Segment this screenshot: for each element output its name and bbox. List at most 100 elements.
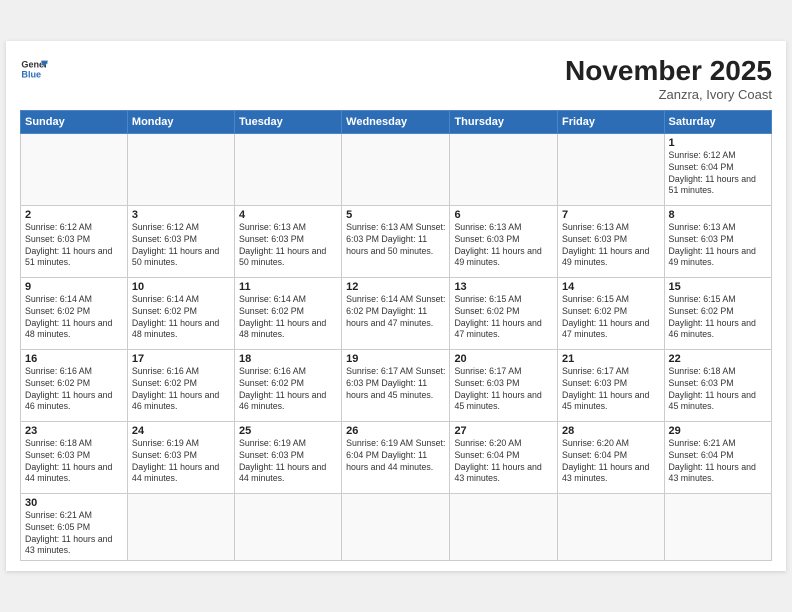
header-sunday: Sunday bbox=[21, 110, 128, 133]
day-number: 20 bbox=[454, 353, 553, 365]
table-row: 26Sunrise: 6:19 AM Sunset: 6:04 PM Dayli… bbox=[342, 421, 450, 493]
table-row bbox=[127, 493, 234, 561]
table-row: 13Sunrise: 6:15 AM Sunset: 6:02 PM Dayli… bbox=[450, 277, 558, 349]
table-row bbox=[21, 133, 128, 205]
calendar-container: General Blue November 2025 Zanzra, Ivory… bbox=[6, 41, 786, 572]
day-info: Sunrise: 6:12 AM Sunset: 6:03 PM Dayligh… bbox=[25, 222, 123, 270]
table-row: 1Sunrise: 6:12 AM Sunset: 6:04 PM Daylig… bbox=[664, 133, 771, 205]
location: Zanzra, Ivory Coast bbox=[565, 87, 772, 102]
day-info: Sunrise: 6:19 AM Sunset: 6:04 PM Dayligh… bbox=[346, 438, 445, 474]
table-row: 24Sunrise: 6:19 AM Sunset: 6:03 PM Dayli… bbox=[127, 421, 234, 493]
day-number: 28 bbox=[562, 425, 660, 437]
table-row: 8Sunrise: 6:13 AM Sunset: 6:03 PM Daylig… bbox=[664, 205, 771, 277]
table-row: 25Sunrise: 6:19 AM Sunset: 6:03 PM Dayli… bbox=[234, 421, 341, 493]
header-thursday: Thursday bbox=[450, 110, 558, 133]
table-row: 20Sunrise: 6:17 AM Sunset: 6:03 PM Dayli… bbox=[450, 349, 558, 421]
day-number: 14 bbox=[562, 281, 660, 293]
header-tuesday: Tuesday bbox=[234, 110, 341, 133]
table-row: 22Sunrise: 6:18 AM Sunset: 6:03 PM Dayli… bbox=[664, 349, 771, 421]
day-number: 15 bbox=[669, 281, 767, 293]
day-info: Sunrise: 6:14 AM Sunset: 6:02 PM Dayligh… bbox=[132, 294, 230, 342]
logo-icon: General Blue bbox=[20, 55, 48, 83]
days-header-row: Sunday Monday Tuesday Wednesday Thursday… bbox=[21, 110, 772, 133]
day-number: 12 bbox=[346, 281, 445, 293]
table-row: 11Sunrise: 6:14 AM Sunset: 6:02 PM Dayli… bbox=[234, 277, 341, 349]
day-number: 6 bbox=[454, 209, 553, 221]
calendar-table: Sunday Monday Tuesday Wednesday Thursday… bbox=[20, 110, 772, 562]
day-number: 17 bbox=[132, 353, 230, 365]
day-info: Sunrise: 6:18 AM Sunset: 6:03 PM Dayligh… bbox=[25, 438, 123, 486]
table-row: 28Sunrise: 6:20 AM Sunset: 6:04 PM Dayli… bbox=[558, 421, 665, 493]
table-row: 16Sunrise: 6:16 AM Sunset: 6:02 PM Dayli… bbox=[21, 349, 128, 421]
table-row: 14Sunrise: 6:15 AM Sunset: 6:02 PM Dayli… bbox=[558, 277, 665, 349]
day-number: 18 bbox=[239, 353, 337, 365]
header-monday: Monday bbox=[127, 110, 234, 133]
table-row: 4Sunrise: 6:13 AM Sunset: 6:03 PM Daylig… bbox=[234, 205, 341, 277]
svg-text:Blue: Blue bbox=[21, 69, 41, 79]
day-info: Sunrise: 6:13 AM Sunset: 6:03 PM Dayligh… bbox=[669, 222, 767, 270]
table-row bbox=[450, 133, 558, 205]
day-number: 2 bbox=[25, 209, 123, 221]
day-info: Sunrise: 6:19 AM Sunset: 6:03 PM Dayligh… bbox=[132, 438, 230, 486]
day-number: 13 bbox=[454, 281, 553, 293]
day-info: Sunrise: 6:21 AM Sunset: 6:05 PM Dayligh… bbox=[25, 510, 123, 558]
table-row: 7Sunrise: 6:13 AM Sunset: 6:03 PM Daylig… bbox=[558, 205, 665, 277]
header-friday: Friday bbox=[558, 110, 665, 133]
title-block: November 2025 Zanzra, Ivory Coast bbox=[565, 55, 772, 102]
day-info: Sunrise: 6:21 AM Sunset: 6:04 PM Dayligh… bbox=[669, 438, 767, 486]
table-row bbox=[342, 493, 450, 561]
table-row bbox=[558, 133, 665, 205]
table-row bbox=[234, 493, 341, 561]
day-info: Sunrise: 6:16 AM Sunset: 6:02 PM Dayligh… bbox=[239, 366, 337, 414]
table-row: 19Sunrise: 6:17 AM Sunset: 6:03 PM Dayli… bbox=[342, 349, 450, 421]
day-number: 30 bbox=[25, 497, 123, 509]
day-info: Sunrise: 6:15 AM Sunset: 6:02 PM Dayligh… bbox=[669, 294, 767, 342]
day-info: Sunrise: 6:16 AM Sunset: 6:02 PM Dayligh… bbox=[132, 366, 230, 414]
day-info: Sunrise: 6:15 AM Sunset: 6:02 PM Dayligh… bbox=[454, 294, 553, 342]
day-info: Sunrise: 6:19 AM Sunset: 6:03 PM Dayligh… bbox=[239, 438, 337, 486]
table-row: 5Sunrise: 6:13 AM Sunset: 6:03 PM Daylig… bbox=[342, 205, 450, 277]
day-number: 10 bbox=[132, 281, 230, 293]
table-row: 21Sunrise: 6:17 AM Sunset: 6:03 PM Dayli… bbox=[558, 349, 665, 421]
day-info: Sunrise: 6:20 AM Sunset: 6:04 PM Dayligh… bbox=[454, 438, 553, 486]
table-row: 18Sunrise: 6:16 AM Sunset: 6:02 PM Dayli… bbox=[234, 349, 341, 421]
table-row: 12Sunrise: 6:14 AM Sunset: 6:02 PM Dayli… bbox=[342, 277, 450, 349]
day-info: Sunrise: 6:15 AM Sunset: 6:02 PM Dayligh… bbox=[562, 294, 660, 342]
day-info: Sunrise: 6:13 AM Sunset: 6:03 PM Dayligh… bbox=[346, 222, 445, 258]
day-info: Sunrise: 6:13 AM Sunset: 6:03 PM Dayligh… bbox=[454, 222, 553, 270]
table-row: 17Sunrise: 6:16 AM Sunset: 6:02 PM Dayli… bbox=[127, 349, 234, 421]
day-info: Sunrise: 6:13 AM Sunset: 6:03 PM Dayligh… bbox=[562, 222, 660, 270]
day-number: 19 bbox=[346, 353, 445, 365]
table-row: 30Sunrise: 6:21 AM Sunset: 6:05 PM Dayli… bbox=[21, 493, 128, 561]
table-row bbox=[234, 133, 341, 205]
table-row: 2Sunrise: 6:12 AM Sunset: 6:03 PM Daylig… bbox=[21, 205, 128, 277]
day-number: 22 bbox=[669, 353, 767, 365]
day-info: Sunrise: 6:14 AM Sunset: 6:02 PM Dayligh… bbox=[239, 294, 337, 342]
day-number: 24 bbox=[132, 425, 230, 437]
table-row: 27Sunrise: 6:20 AM Sunset: 6:04 PM Dayli… bbox=[450, 421, 558, 493]
day-number: 25 bbox=[239, 425, 337, 437]
day-info: Sunrise: 6:12 AM Sunset: 6:03 PM Dayligh… bbox=[132, 222, 230, 270]
table-row bbox=[558, 493, 665, 561]
day-info: Sunrise: 6:13 AM Sunset: 6:03 PM Dayligh… bbox=[239, 222, 337, 270]
day-number: 9 bbox=[25, 281, 123, 293]
table-row bbox=[342, 133, 450, 205]
header: General Blue November 2025 Zanzra, Ivory… bbox=[20, 55, 772, 102]
table-row bbox=[664, 493, 771, 561]
table-row: 3Sunrise: 6:12 AM Sunset: 6:03 PM Daylig… bbox=[127, 205, 234, 277]
header-saturday: Saturday bbox=[664, 110, 771, 133]
day-info: Sunrise: 6:16 AM Sunset: 6:02 PM Dayligh… bbox=[25, 366, 123, 414]
day-info: Sunrise: 6:18 AM Sunset: 6:03 PM Dayligh… bbox=[669, 366, 767, 414]
table-row bbox=[450, 493, 558, 561]
header-wednesday: Wednesday bbox=[342, 110, 450, 133]
day-number: 8 bbox=[669, 209, 767, 221]
day-number: 29 bbox=[669, 425, 767, 437]
table-row: 9Sunrise: 6:14 AM Sunset: 6:02 PM Daylig… bbox=[21, 277, 128, 349]
day-info: Sunrise: 6:14 AM Sunset: 6:02 PM Dayligh… bbox=[346, 294, 445, 330]
table-row: 23Sunrise: 6:18 AM Sunset: 6:03 PM Dayli… bbox=[21, 421, 128, 493]
day-number: 7 bbox=[562, 209, 660, 221]
day-number: 16 bbox=[25, 353, 123, 365]
day-info: Sunrise: 6:17 AM Sunset: 6:03 PM Dayligh… bbox=[346, 366, 445, 402]
day-info: Sunrise: 6:12 AM Sunset: 6:04 PM Dayligh… bbox=[669, 150, 767, 198]
table-row: 29Sunrise: 6:21 AM Sunset: 6:04 PM Dayli… bbox=[664, 421, 771, 493]
